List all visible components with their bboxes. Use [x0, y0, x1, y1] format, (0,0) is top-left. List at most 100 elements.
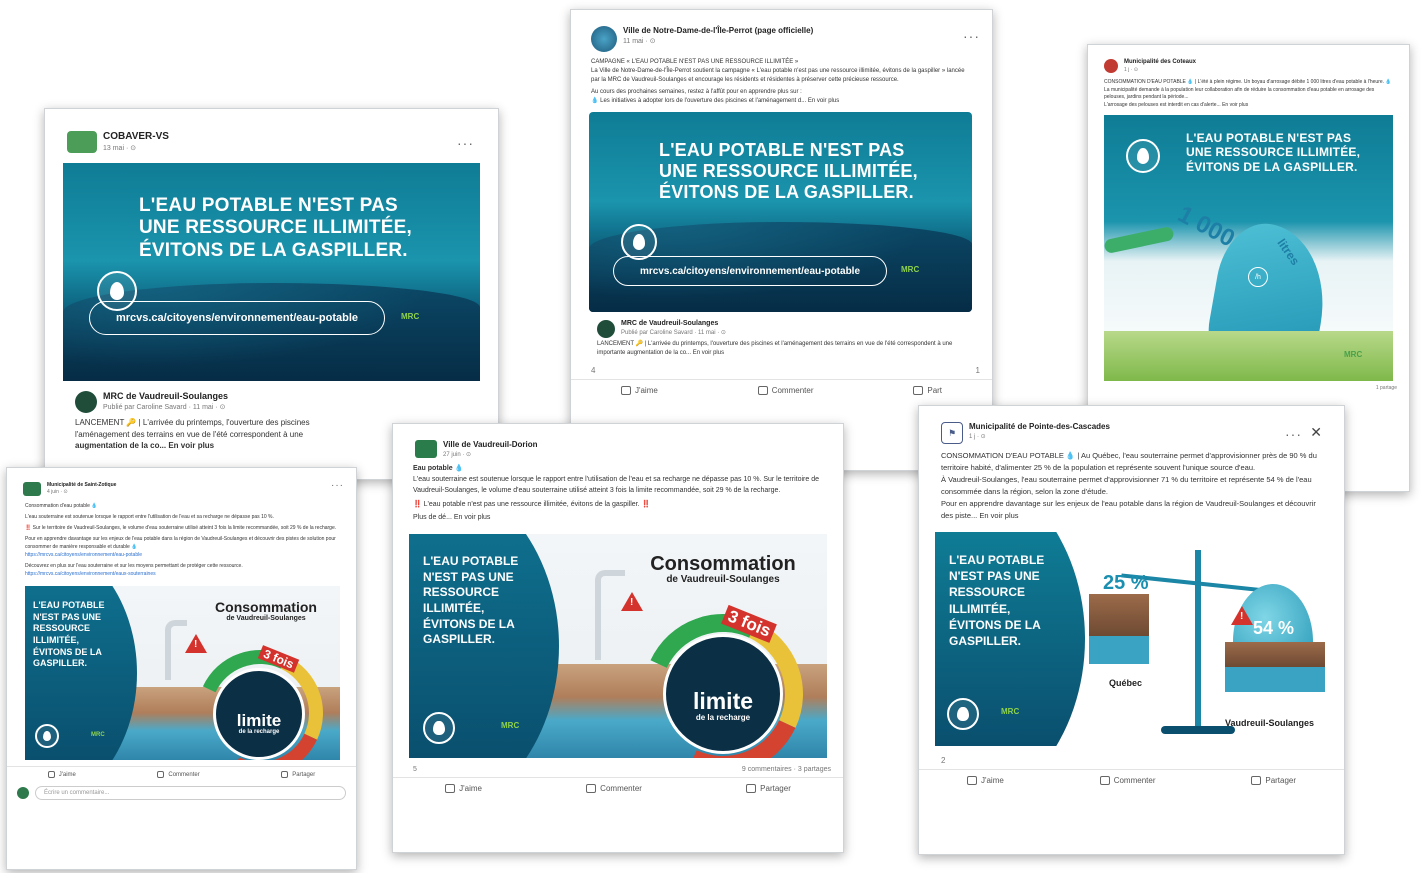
comment-button[interactable]: Commenter — [757, 386, 813, 395]
like-button[interactable]: J'aime — [966, 776, 1004, 785]
post-stats[interactable]: 9 commentaires · 3 partages — [742, 766, 831, 773]
like-button[interactable]: J'aime — [620, 386, 658, 395]
campaign-banner[interactable]: L'EAU POTABLE N'EST PAS UNE RESSOURCE IL… — [589, 112, 972, 312]
post-text-line: Au cours des prochaines semaines, restez… — [591, 89, 802, 95]
author-name[interactable]: Ville de Vaudreuil-Dorion — [443, 440, 538, 450]
share-label: Partager — [292, 771, 316, 778]
limit-gauge: limite de la recharge — [663, 634, 783, 755]
mrc-logo: MRC — [401, 312, 420, 321]
see-more-link[interactable]: Plus de dé... En voir plus — [413, 513, 823, 524]
avatar[interactable] — [597, 320, 615, 338]
groundwater-graphic[interactable]: L'EAU POTABLE N'EST PAS UNE RESSOURCE IL… — [935, 532, 1328, 746]
post-text-line: L'eau souterraine est soutenue lorsque l… — [413, 475, 819, 494]
author-name[interactable]: Municipalité des Coteaux — [1124, 59, 1196, 66]
see-more-link[interactable]: Pour en apprendre davantage sur les enje… — [941, 498, 1322, 522]
avatar[interactable] — [415, 440, 437, 458]
consumption-graphic[interactable]: L'EAU POTABLE N'EST PAS UNE RESSOURCE IL… — [409, 534, 827, 759]
post-meta: 13 mai · ⊙ — [103, 145, 137, 152]
avatar[interactable] — [1104, 59, 1118, 73]
action-bar: J'aime Commenter Partager — [393, 777, 843, 799]
like-label: J'aime — [459, 784, 482, 794]
reaction-count[interactable]: 2 — [941, 756, 945, 765]
limit-gauge: limite de la recharge — [213, 668, 305, 760]
comment-count[interactable]: 1 — [976, 366, 980, 375]
comment-icon — [757, 386, 768, 395]
avatar[interactable] — [75, 391, 97, 413]
author-name[interactable]: Ville de Notre-Dame-de-l'Île-Perrot (pag… — [623, 26, 813, 36]
post-header: Ville de Vaudreuil-Dorion 27 juin · ⊙ — [393, 424, 843, 462]
mrc-logo: MRC — [901, 265, 920, 274]
consumption-graphic[interactable]: L'EAU POTABLE N'EST PAS UNE RESSOURCE IL… — [25, 586, 340, 760]
comment-input[interactable]: Écrire un commentaire... — [35, 786, 346, 800]
reaction-bar: 2 — [919, 752, 1344, 769]
see-more-link[interactable]: 💧 Les initiatives à adopter lors de l'ou… — [591, 97, 972, 106]
post-text-line: La municipalité demande à la population … — [1104, 86, 1375, 101]
comment-label: Commenter — [1113, 776, 1156, 785]
warning-icon — [1231, 606, 1253, 625]
more-options-icon[interactable]: ··· — [1285, 426, 1302, 442]
see-more-link[interactable]: L'arrosage des pelouses est interdit en … — [1104, 102, 1395, 110]
avatar[interactable]: ⚑ — [941, 422, 963, 444]
avatar[interactable] — [67, 131, 97, 153]
thumbs-up-icon — [620, 386, 631, 395]
share-button[interactable]: Part — [913, 386, 942, 395]
water-drop-icon — [1126, 139, 1160, 174]
warning-icon — [185, 634, 207, 653]
campaign-banner[interactable]: L'EAU POTABLE N'EST PAS UNE RESSOURCE IL… — [63, 163, 480, 381]
close-icon[interactable]: ✕ — [1310, 424, 1322, 441]
more-options-icon[interactable]: ··· — [963, 28, 980, 44]
post-saint-zotique: Municipalité de Saint-Zotique 4 juin · ⊙… — [6, 467, 357, 870]
like-button[interactable]: J'aime — [47, 771, 76, 778]
campaign-banner[interactable]: L'EAU POTABLE N'EST PAS UNE RESSOURCE IL… — [1104, 115, 1393, 382]
post-link[interactable]: https://mrcvs.ca/citoyens/environnement/… — [25, 551, 342, 559]
comment-label: Commenter — [168, 771, 200, 778]
shared-author[interactable]: MRC de Vaudreuil-Soulanges — [621, 320, 726, 328]
banner-title: L'EAU POTABLE N'EST PAS UNE RESSOURCE IL… — [139, 195, 412, 261]
share-icon — [1251, 776, 1262, 785]
post-link[interactable]: https://mrcvs.ca/citoyens/environnement/… — [25, 570, 342, 578]
comment-icon — [157, 771, 165, 778]
author-name[interactable]: Municipalité de Saint-Zotique — [47, 482, 116, 488]
post-meta: 1 j · ⊙ — [969, 433, 986, 440]
post-text-line: L'eau souterraine est soutenue lorsque l… — [25, 514, 274, 520]
label-vaudreuil: Vaudreuil-Soulanges — [1225, 718, 1315, 728]
consumption-title: Consommation de Vaudreuil-Soulanges — [201, 600, 331, 622]
more-options-icon[interactable]: ··· — [457, 135, 474, 151]
author-name[interactable]: COBAVER-VS — [103, 131, 169, 143]
hose-graphic — [1104, 226, 1175, 255]
reaction-count[interactable]: 5 — [413, 766, 417, 773]
water-drop-icon — [35, 724, 59, 748]
label-quebec: Québec — [1109, 678, 1143, 688]
share-count[interactable]: 1 partage — [1376, 385, 1397, 391]
reaction-count[interactable]: 4 — [591, 366, 595, 375]
consumption-subheading: de Vaudreuil-Soulanges — [226, 614, 306, 622]
thumbs-up-icon — [445, 784, 456, 794]
shared-author[interactable]: MRC de Vaudreuil-Soulanges — [103, 391, 228, 402]
consumption-subheading: de Vaudreuil-Soulanges — [666, 574, 780, 586]
comment-button[interactable]: Commenter — [1099, 776, 1156, 785]
more-options-icon[interactable]: ··· — [331, 480, 344, 491]
mrc-logo: MRC — [1344, 350, 1363, 360]
like-button[interactable]: J'aime — [445, 784, 482, 794]
soil-right — [1225, 642, 1325, 692]
recharge-label: de la recharge — [695, 713, 751, 723]
post-text: CAMPAGNE « L'EAU POTABLE N'EST PAS UNE R… — [571, 56, 992, 108]
post-text-line: Découvrez en plus sur l'eau souterraine … — [25, 563, 243, 569]
avatar[interactable] — [23, 482, 41, 496]
shared-meta: Publié par Caroline Savard · 11 mai · ⊙ — [621, 330, 726, 337]
author-name[interactable]: Municipalité de Pointe-des-Cascades — [969, 422, 1110, 432]
comment-icon — [1099, 776, 1110, 785]
share-button[interactable]: Partager — [281, 771, 315, 778]
comment-button[interactable]: Commenter — [586, 784, 642, 794]
share-button[interactable]: Partager — [746, 784, 791, 794]
avatar — [17, 787, 29, 799]
recharge-label: de la recharge — [238, 728, 280, 735]
post-header: Ville de Notre-Dame-de-l'Île-Perrot (pag… — [571, 10, 992, 56]
post-text-line: ‼️ L'eau potable n'est pas une ressource… — [413, 500, 651, 508]
post-text: CONSOMMATION D'EAU POTABLE 💧 | Au Québec… — [919, 448, 1344, 524]
post-header: COBAVER-VS 13 mai · ⊙ ··· — [45, 109, 498, 157]
share-button[interactable]: Partager — [1251, 776, 1296, 785]
comment-button[interactable]: Commenter — [157, 771, 200, 778]
avatar[interactable] — [591, 26, 617, 52]
post-text-line: Consommation d'eau potable 💧 — [25, 503, 98, 509]
